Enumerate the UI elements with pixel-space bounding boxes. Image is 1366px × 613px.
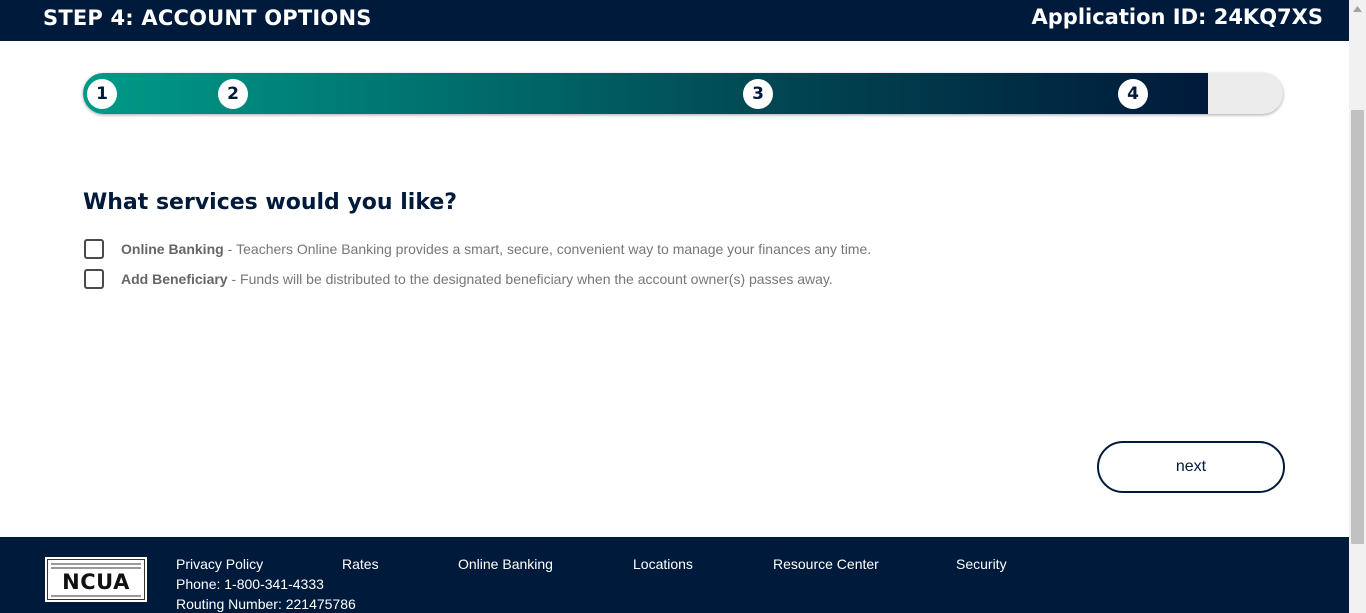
ncua-logo: NCUA xyxy=(44,556,148,603)
scrollbar-thumb[interactable] xyxy=(1351,110,1364,544)
step-indicator-2: 2 xyxy=(218,79,248,109)
header-bar: STEP 4: ACCOUNT OPTIONS Application ID: … xyxy=(0,0,1349,41)
progress-bar xyxy=(83,73,1283,114)
footer-link-online-banking[interactable]: Online Banking xyxy=(458,556,553,572)
online-banking-checkbox[interactable] xyxy=(84,239,104,259)
next-button[interactable]: next xyxy=(1097,441,1285,493)
footer-link-rates[interactable]: Rates xyxy=(342,556,379,572)
option-name[interactable]: Add Beneficiary xyxy=(121,271,228,287)
option-separator: - xyxy=(223,241,237,257)
progress-fill xyxy=(83,73,1208,114)
option-name[interactable]: Online Banking xyxy=(121,241,224,257)
ncua-fine-print xyxy=(51,567,141,569)
step-title: STEP 4: ACCOUNT OPTIONS xyxy=(43,6,372,30)
ncua-logo-text: NCUA xyxy=(62,570,130,594)
scroll-up-arrow-icon[interactable] xyxy=(1349,0,1366,17)
vertical-scrollbar[interactable] xyxy=(1349,0,1366,613)
application-page: STEP 4: ACCOUNT OPTIONS Application ID: … xyxy=(0,0,1349,613)
step-indicator-3: 3 xyxy=(743,79,773,109)
option-separator: - xyxy=(227,271,241,287)
footer-link-security[interactable]: Security xyxy=(956,556,1007,572)
option-description: Teachers Online Banking provides a smart… xyxy=(236,241,872,257)
footer-link-privacy-policy[interactable]: Privacy Policy xyxy=(176,556,263,572)
services-question: What services would you like? xyxy=(83,190,458,215)
add-beneficiary-checkbox[interactable] xyxy=(84,269,104,289)
option-online-banking: Online Banking - Teachers Online Banking… xyxy=(84,239,871,259)
step-indicator-1: 1 xyxy=(87,79,117,109)
application-id: Application ID: 24KQ7XS xyxy=(1031,5,1324,29)
step-indicator-4: 4 xyxy=(1118,79,1148,109)
footer-link-resource-center[interactable]: Resource Center xyxy=(773,556,879,572)
ncua-fine-print xyxy=(51,563,141,565)
footer-link-locations[interactable]: Locations xyxy=(633,556,693,572)
footer-routing-number: Routing Number: 221475786 xyxy=(176,596,356,612)
option-add-beneficiary: Add Beneficiary - Funds will be distribu… xyxy=(84,269,833,289)
ncua-fine-print xyxy=(51,595,141,597)
option-description: Funds will be distributed to the designa… xyxy=(240,271,833,287)
footer-phone: Phone: 1-800-341-4333 xyxy=(176,576,324,592)
